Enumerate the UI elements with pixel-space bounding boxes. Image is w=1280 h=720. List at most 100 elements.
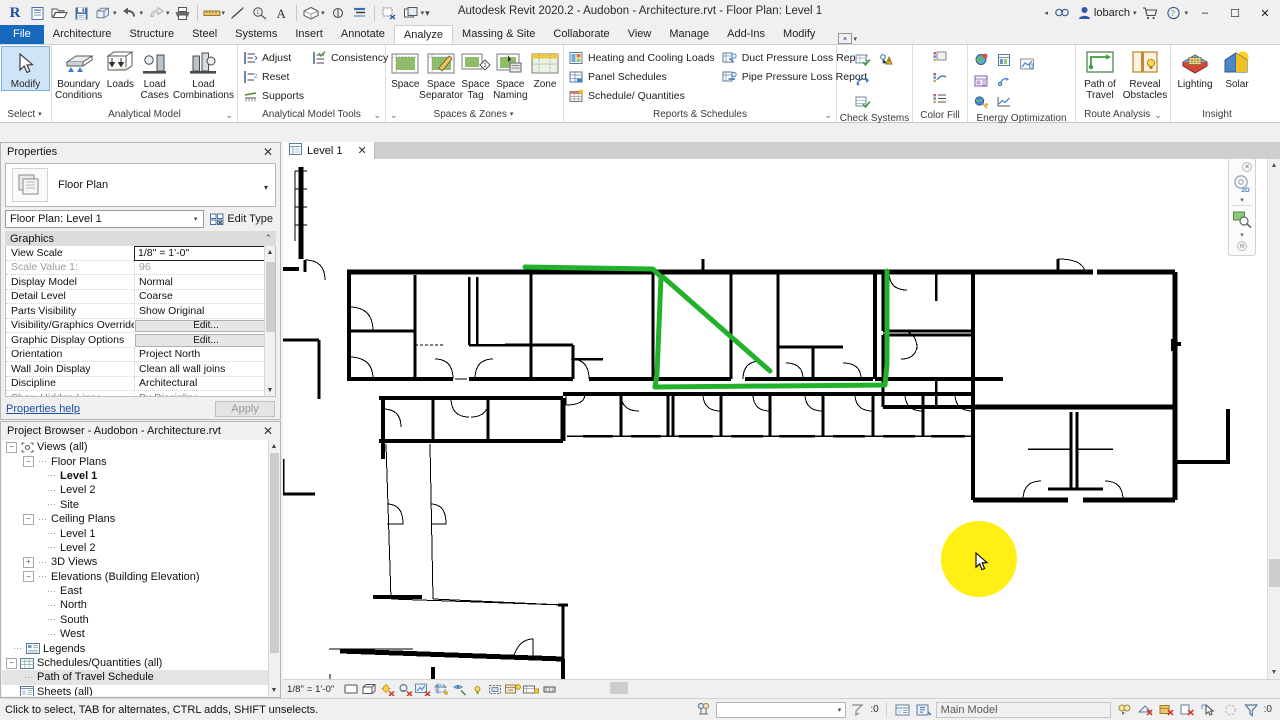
- graphic-display-options-edit-button[interactable]: Edit...: [135, 334, 273, 347]
- expander-ceiling-plans[interactable]: −: [23, 513, 34, 525]
- property-value-detail-level[interactable]: Coarse: [134, 289, 275, 304]
- filter-icon[interactable]: [1243, 701, 1261, 719]
- space-button[interactable]: Space: [388, 47, 423, 90]
- select-elements-by-face-icon[interactable]: [1180, 701, 1198, 719]
- sun-path-off-icon[interactable]: [379, 681, 396, 698]
- navigation-bar-minimize-icon[interactable]: ⊖: [1237, 241, 1247, 251]
- tab-insert[interactable]: Insert: [286, 25, 332, 44]
- tab-manage[interactable]: Manage: [660, 25, 718, 44]
- spaces-and-zones-caret[interactable]: ▾: [510, 108, 516, 122]
- sidebar-item-floor-plan-site[interactable]: ⋯ Site: [2, 498, 268, 512]
- canvas-scroll-down-arrow[interactable]: ▼: [1268, 666, 1280, 679]
- property-row-graphic-display-options[interactable]: Graphic Display Options Edit...: [6, 333, 275, 348]
- zoom-dropdown-caret[interactable]: ▾: [1240, 231, 1244, 239]
- sidebar-item-ceiling-plan-level-2[interactable]: ⋯ Level 2: [2, 541, 268, 555]
- reports-and-schedules-dialog-launcher[interactable]: ⌄: [824, 108, 832, 122]
- close-hidden-windows-icon[interactable]: [378, 2, 400, 24]
- instance-selector-caret[interactable]: ▾: [194, 215, 200, 223]
- route-analysis-dialog-launcher[interactable]: ⌄: [1154, 108, 1162, 122]
- path-of-travel-button[interactable]: Path of Travel: [1078, 47, 1122, 101]
- system-analysis-icon[interactable]: [1016, 54, 1038, 74]
- render-dialog-icon[interactable]: [415, 681, 432, 698]
- steering-wheel-2d-icon[interactable]: 2D: [1230, 172, 1254, 196]
- constraints-icon[interactable]: [541, 681, 558, 698]
- ribbon-options-caret[interactable]: ▾: [853, 35, 859, 43]
- tab-massing-and-site[interactable]: Massing & Site: [453, 25, 544, 44]
- measure-icon[interactable]: [201, 2, 223, 24]
- tab-file[interactable]: File: [0, 25, 44, 44]
- visual-style-hidden-line-icon[interactable]: [361, 681, 378, 698]
- energy-settings-icon[interactable]: [970, 71, 992, 91]
- customize-qat-icon[interactable]: ▾: [425, 8, 432, 19]
- space-separator-button[interactable]: Space Separator: [419, 47, 463, 101]
- show-disconnects-icon[interactable]: [852, 71, 874, 91]
- check-circuits-icon[interactable]: [875, 50, 897, 70]
- panel-schedules-button[interactable]: Panel Schedules: [566, 67, 720, 86]
- heating-and-cooling-loads-button[interactable]: Heating and Cooling Loads: [566, 48, 720, 67]
- location-icon[interactable]: [970, 50, 992, 70]
- default-3d-view-icon[interactable]: [300, 2, 322, 24]
- project-browser-scrollbar[interactable]: ▲ ▼: [268, 440, 279, 696]
- type-selector-caret[interactable]: ▾: [264, 183, 268, 192]
- sidebar-item-elevation-north[interactable]: ⋯ North: [2, 598, 268, 612]
- property-row-wall-join-display[interactable]: Wall Join Display Clean all wall joins: [6, 362, 275, 377]
- modify-button[interactable]: Modify: [1, 46, 50, 91]
- tab-collaborate[interactable]: Collaborate: [544, 25, 618, 44]
- tree-node-schedules-quantities[interactable]: − Schedules/Quantities (all): [2, 656, 268, 670]
- detail-level-coarse-icon[interactable]: [343, 681, 360, 698]
- canvas-horizontal-scrollbar[interactable]: [560, 681, 1274, 695]
- tree-node-sheets-all[interactable]: Sheets (all): [2, 685, 268, 696]
- tab-add-ins[interactable]: Add-Ins: [718, 25, 774, 44]
- view-scale-label[interactable]: 1/8" = 1'-0": [287, 684, 335, 695]
- property-row-display-model[interactable]: Display Model Normal: [6, 275, 275, 290]
- solar-button[interactable]: Solar: [1217, 47, 1257, 90]
- active-workset-selector[interactable]: Main Model: [935, 701, 1111, 718]
- temporary-view-properties-icon[interactable]: [505, 681, 522, 698]
- select-pinned-elements-icon[interactable]: [1159, 701, 1177, 719]
- energy-model-icon[interactable]: [970, 92, 992, 112]
- open-icon[interactable]: [48, 2, 70, 24]
- zoom-region-icon[interactable]: [1230, 207, 1254, 231]
- apply-button[interactable]: Apply: [215, 401, 275, 417]
- sidebar-item-ceiling-plan-level-1[interactable]: ⋯ Level 1: [2, 526, 268, 540]
- editing-requests-icon[interactable]: [915, 701, 933, 719]
- analytical-model-dialog-launcher[interactable]: ⌄: [225, 108, 233, 122]
- check-pipe-systems-icon[interactable]: [852, 92, 874, 112]
- redo-icon[interactable]: [145, 2, 167, 24]
- infocenter-search-icon[interactable]: [1050, 0, 1074, 26]
- crop-view-icon[interactable]: [433, 681, 450, 698]
- canvas-vertical-scrollbar[interactable]: ▲ ▼: [1267, 159, 1280, 679]
- navigation-bar-close-icon[interactable]: ✕: [1242, 162, 1252, 172]
- property-value-discipline[interactable]: Architectural: [134, 376, 275, 391]
- exclude-options-icon[interactable]: [849, 701, 867, 719]
- view-tab-close-icon[interactable]: ✕: [357, 144, 366, 157]
- tag-icon[interactable]: 1: [249, 2, 271, 24]
- properties-help-link[interactable]: Properties help: [6, 403, 80, 415]
- sidebar-item-elevation-south[interactable]: ⋯ South: [2, 613, 268, 627]
- help-icon[interactable]: ?: [1162, 0, 1185, 26]
- zone-button[interactable]: Zone: [529, 47, 561, 90]
- reveal-obstacles-button[interactable]: Reveal Obstacles: [1122, 47, 1168, 101]
- tab-modify[interactable]: Modify: [774, 25, 824, 44]
- analytical-model-tools-dialog-launcher[interactable]: ⌄: [373, 108, 381, 122]
- property-row-view-scale[interactable]: View Scale 1/8" = 1'-0": [6, 246, 275, 261]
- properties-group-collapse-icon[interactable]: ⌃: [264, 233, 272, 244]
- analytical-model-visibility-icon[interactable]: [523, 681, 540, 698]
- consistency-button[interactable]: Consistency: [309, 48, 393, 67]
- minimize-button[interactable]: –: [1190, 0, 1220, 26]
- load-combinations-button[interactable]: Load Combinations: [172, 47, 235, 101]
- adjust-button[interactable]: Adjust: [240, 48, 309, 67]
- browser-scroll-down-arrow[interactable]: ▼: [269, 684, 279, 696]
- project-browser-close-icon[interactable]: ✕: [260, 424, 276, 438]
- property-value-orientation[interactable]: Project North: [134, 347, 275, 362]
- tree-node-legends[interactable]: ⋯ Legends: [2, 641, 268, 655]
- expander-views-all[interactable]: −: [6, 441, 17, 453]
- properties-close-icon[interactable]: ✕: [260, 145, 276, 159]
- design-options-selector[interactable]: ▾: [716, 701, 847, 718]
- select-links-icon[interactable]: [1117, 701, 1135, 719]
- save-as-icon[interactable]: [92, 2, 114, 24]
- close-button[interactable]: ✕: [1250, 0, 1280, 26]
- autodesk-store-icon[interactable]: [1138, 0, 1162, 26]
- loads-button[interactable]: Loads: [103, 47, 137, 90]
- canvas-scroll-up-arrow[interactable]: ▲: [1268, 159, 1280, 172]
